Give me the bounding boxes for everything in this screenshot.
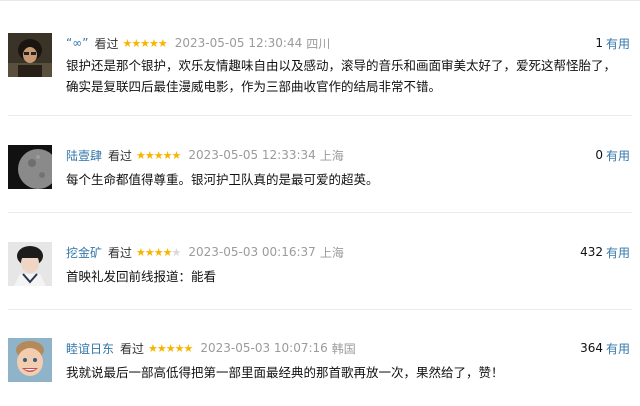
rating-stars: ★★★★★ — [122, 36, 167, 50]
username-link[interactable]: 睦谊日东 — [66, 340, 114, 357]
review-divider — [8, 212, 632, 213]
review-meta: 陆壹肆 看过 ★★★★★ 2023-05-05 12:33:34 上海 — [66, 145, 344, 165]
review-divider — [8, 115, 632, 116]
useful-count: 1 — [595, 36, 603, 50]
watched-label: 看过 — [94, 36, 119, 51]
review-meta: 睦谊日东 看过 ★★★★★ 2023-05-03 10:07:16 韩国 — [66, 338, 356, 358]
star-on-icons: ★★★★ — [136, 245, 172, 259]
useful-button[interactable]: 有用 — [606, 244, 630, 261]
useful-button[interactable]: 有用 — [606, 340, 630, 357]
avatar[interactable] — [8, 338, 52, 382]
review-content: 首映礼发回前线报道：能看 — [66, 269, 217, 284]
review-meta: “∞” 看过 ★★★★★ 2023-05-05 12:30:44 四川 — [66, 33, 330, 53]
review-content: 银护还是那个银护，欢乐友情趣味自由以及感动，滚导的音乐和画面审美太好了，爱死这帮… — [66, 58, 617, 94]
star-on-icons: ★★★★★ — [122, 36, 167, 50]
review-divider — [8, 309, 632, 310]
review-location: 四川 — [306, 36, 331, 51]
useful-vote: 1 有用 — [595, 33, 630, 53]
avatar[interactable] — [8, 242, 52, 286]
useful-button[interactable]: 有用 — [606, 147, 630, 164]
useful-count: 0 — [595, 148, 603, 162]
review-time: 2023-05-03 10:07:16 — [200, 341, 328, 355]
review-location: 上海 — [319, 245, 344, 260]
useful-vote: 0 有用 — [595, 145, 630, 165]
useful-count: 432 — [580, 245, 603, 259]
review-location: 上海 — [319, 148, 344, 163]
star-on-icons: ★★★★★ — [148, 341, 193, 355]
review-content: 我就说最后一部高低得把第一部里面最经典的那首歌再放一次，果然给了，赞！ — [66, 365, 504, 380]
username-link[interactable]: 挖金矿 — [66, 244, 102, 261]
useful-vote: 432 有用 — [580, 242, 630, 262]
star-off-icons: ★ — [171, 245, 181, 259]
review-time: 2023-05-05 12:30:44 — [174, 36, 303, 50]
review-time: 2023-05-05 12:33:34 — [188, 148, 316, 162]
rating-stars: ★★★★★ — [148, 341, 193, 355]
star-on-icons: ★★★★★ — [136, 148, 181, 162]
username-link[interactable]: 陆壹肆 — [66, 147, 102, 164]
avatar[interactable] — [8, 33, 52, 77]
top-divider — [0, 0, 640, 1]
review-meta: 挖金矿 看过 ★★★★★ 2023-05-03 00:16:37 上海 — [66, 242, 344, 262]
watched-label: 看过 — [108, 148, 133, 163]
useful-button[interactable]: 有用 — [606, 35, 630, 52]
review-location: 韩国 — [331, 341, 356, 356]
useful-count: 364 — [580, 341, 603, 355]
watched-label: 看过 — [120, 341, 145, 356]
watched-label: 看过 — [108, 245, 133, 260]
rating-stars: ★★★★★ — [136, 148, 181, 162]
review-content: 每个生命都值得尊重。银河护卫队真的是最可爱的超英。 — [66, 172, 379, 187]
rating-stars: ★★★★★ — [136, 245, 181, 259]
useful-vote: 364 有用 — [580, 338, 630, 358]
review-time: 2023-05-03 00:16:37 — [188, 245, 316, 259]
username-link[interactable]: “∞” — [66, 36, 88, 50]
avatar[interactable] — [8, 145, 52, 189]
